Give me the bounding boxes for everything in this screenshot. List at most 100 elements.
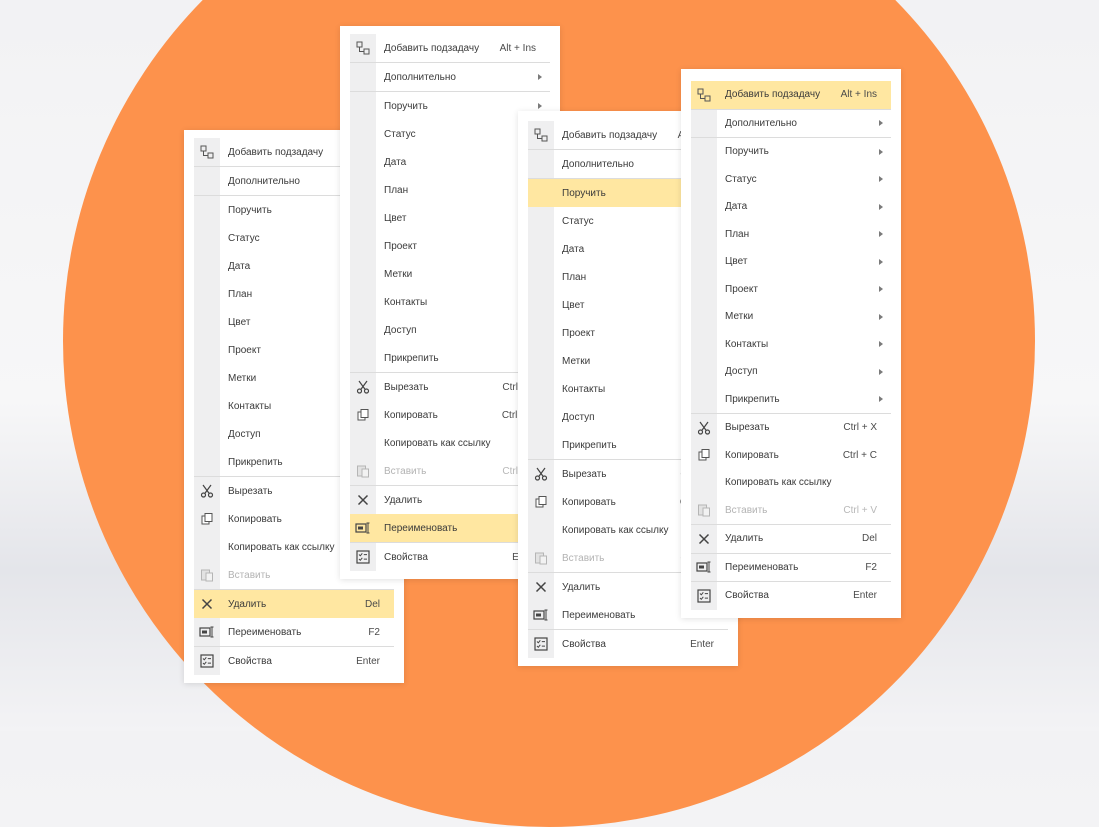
- icon-gutter: [194, 392, 220, 420]
- icon-gutter: [528, 319, 554, 347]
- menu-item-label: Прикрепить: [725, 393, 780, 405]
- menu-item[interactable]: Свойства Enter: [194, 647, 394, 675]
- scissors-icon: [528, 460, 554, 488]
- rename-icon: [194, 618, 220, 646]
- menu-item[interactable]: Добавить подзадачу Alt + Ins: [691, 81, 891, 110]
- copy-icon: [350, 401, 376, 429]
- icon-gutter: [350, 232, 376, 260]
- menu-item-label: Добавить подзадачу: [384, 42, 480, 54]
- properties-icon: [194, 647, 220, 675]
- menu-item[interactable]: План: [691, 221, 891, 249]
- submenu-arrow-icon: [879, 286, 883, 293]
- properties-icon: [528, 630, 554, 658]
- icon-gutter: [350, 429, 376, 457]
- submenu-arrow-icon: [879, 176, 883, 183]
- icon-gutter: [194, 224, 220, 252]
- menu-item[interactable]: Переименовать F2: [194, 618, 394, 647]
- menu-item-shortcut: Ctrl + X: [843, 422, 877, 434]
- icon-gutter: [528, 179, 554, 207]
- icon-gutter: [528, 235, 554, 263]
- icon-gutter: [350, 176, 376, 204]
- menu-item-label: Удалить: [725, 533, 764, 545]
- icon-gutter: [691, 166, 717, 194]
- icon-gutter: [691, 469, 717, 497]
- submenu-arrow-icon: [879, 341, 883, 348]
- menu-item-label: Добавить подзадачу: [562, 129, 658, 141]
- menu-item-label: Копировать: [228, 513, 282, 525]
- icon-gutter: [350, 344, 376, 372]
- menu-item-shortcut: F2: [865, 561, 877, 573]
- menu-item[interactable]: Удалить Del: [691, 525, 891, 554]
- scissors-icon: [691, 414, 717, 442]
- menu-item[interactable]: Контакты: [691, 331, 891, 359]
- submenu-arrow-icon: [538, 74, 542, 80]
- menu-item-shortcut: Enter: [853, 590, 877, 602]
- icon-gutter: [691, 276, 717, 304]
- scissors-icon: [194, 477, 220, 505]
- menu-item-label: План: [725, 228, 750, 240]
- menu-item[interactable]: Цвет: [691, 248, 891, 276]
- menu-item-shortcut: Ctrl + C: [842, 449, 877, 461]
- menu-item[interactable]: Добавить подзадачу Alt + Ins: [350, 34, 550, 63]
- add-subtask-icon: [691, 81, 717, 109]
- menu-item[interactable]: Дата: [691, 193, 891, 221]
- menu-item-label: Добавить подзадачу: [228, 146, 324, 158]
- paste-icon: [691, 497, 717, 525]
- menu-item[interactable]: Проект: [691, 276, 891, 304]
- icon-gutter: [194, 280, 220, 308]
- menu-item-label: Копировать как ссылку: [725, 477, 832, 489]
- menu-item-label: Цвет: [725, 256, 748, 268]
- icon-gutter: [528, 291, 554, 319]
- submenu-arrow-icon: [879, 231, 883, 238]
- icon-gutter: [194, 196, 220, 224]
- icon-gutter: [194, 533, 220, 561]
- icon-gutter: [350, 204, 376, 232]
- icon-gutter: [350, 148, 376, 176]
- menu-item[interactable]: Дополнительно: [691, 110, 891, 138]
- menu-item[interactable]: Метки: [691, 303, 891, 331]
- menu-item-shortcut: Alt + Ins: [499, 42, 536, 54]
- menu-item-label: Удалить: [562, 581, 601, 593]
- menu-item-label: Свойства: [228, 655, 272, 667]
- icon-gutter: [691, 386, 717, 414]
- menu-item[interactable]: Копировать как ссылку: [691, 469, 891, 497]
- delete-icon: [350, 486, 376, 514]
- menu-item[interactable]: Свойства Enter: [528, 630, 728, 658]
- menu-item[interactable]: Копировать Ctrl + C: [691, 442, 891, 470]
- menu-item[interactable]: Доступ: [691, 358, 891, 386]
- menu-item[interactable]: Вырезать Ctrl + X: [691, 414, 891, 442]
- menu-item-label: Копировать: [725, 449, 779, 461]
- icon-gutter: [350, 288, 376, 316]
- rename-icon: [350, 514, 376, 542]
- rename-icon: [528, 601, 554, 629]
- icon-gutter: [194, 448, 220, 476]
- submenu-arrow-icon: [879, 313, 883, 320]
- icon-gutter: [691, 303, 717, 331]
- icon-gutter: [194, 252, 220, 280]
- icon-gutter: [691, 248, 717, 276]
- icon-gutter: [691, 193, 717, 221]
- menu-item-shortcut: Enter: [356, 655, 380, 667]
- icon-gutter: [528, 516, 554, 544]
- menu-item[interactable]: Дополнительно: [350, 63, 550, 92]
- menu-item[interactable]: Свойства Enter: [691, 582, 891, 610]
- submenu-arrow-icon: [879, 258, 883, 265]
- menu-item-label: Вставить: [228, 569, 271, 581]
- menu-item[interactable]: Статус: [691, 166, 891, 194]
- menu-item-shortcut: F2: [368, 626, 380, 638]
- menu-item[interactable]: Вставить Ctrl + V: [691, 497, 891, 525]
- menu-item-shortcut: Ctrl + V: [843, 504, 877, 516]
- delete-icon: [528, 573, 554, 601]
- icon-gutter: [528, 375, 554, 403]
- menu-item-label: Вырезать: [228, 485, 273, 497]
- menu-item[interactable]: Переименовать F2: [691, 554, 891, 582]
- submenu-arrow-icon: [879, 203, 883, 210]
- menu-item[interactable]: Удалить Del: [194, 590, 394, 618]
- paste-icon: [194, 561, 220, 589]
- delete-icon: [691, 525, 717, 553]
- menu-item-label: Вставить: [725, 504, 768, 516]
- menu-item[interactable]: Прикрепить: [691, 386, 891, 414]
- menu-item-shortcut: Del: [364, 598, 380, 610]
- icon-gutter: [194, 364, 220, 392]
- menu-item[interactable]: Поручить: [691, 138, 891, 166]
